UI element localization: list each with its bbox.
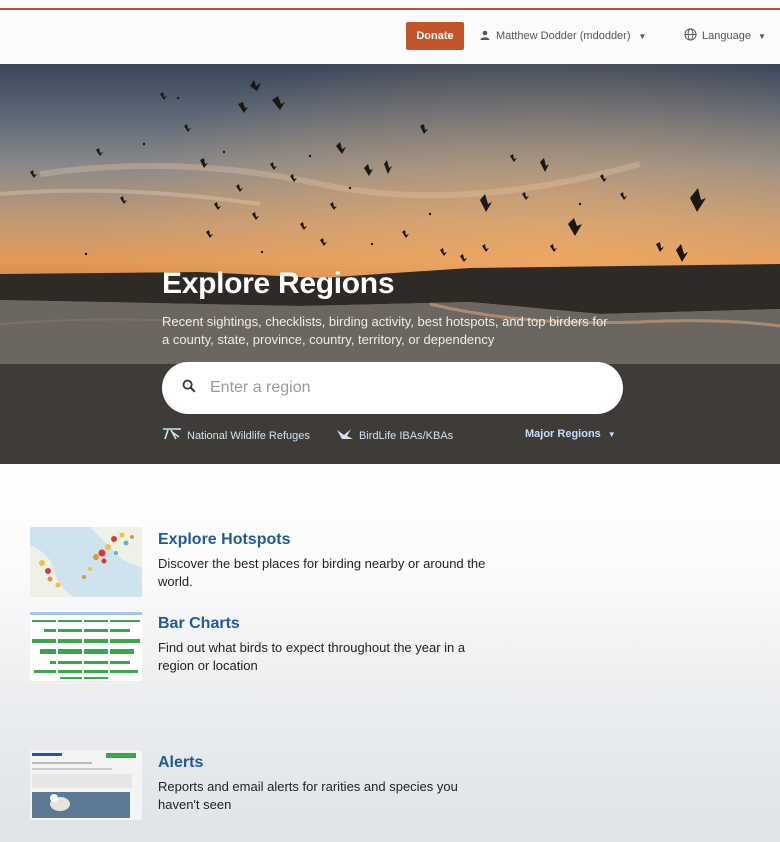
feature-title[interactable]: Alerts [158, 754, 203, 772]
language-label: Language [702, 30, 751, 42]
iba-link-label: BirdLife IBAs/KBAs [359, 429, 454, 442]
major-regions-dropdown[interactable]: Major Regions ▼ [525, 428, 616, 440]
globe-icon [684, 28, 697, 44]
hotspot-map-thumbnail [30, 527, 142, 597]
hero-link-row: National Wildlife Refuges BirdLife IBAs/… [162, 428, 622, 444]
region-search-box[interactable] [162, 362, 623, 414]
bar-chart-thumbnail [30, 611, 142, 681]
birdlife-logo-icon [336, 428, 354, 443]
top-navigation-bar: Donate Matthew Dodder (mdodder) ▼ Langua… [0, 10, 780, 64]
feature-bar-charts[interactable]: Bar Charts Find out what birds to expect… [30, 611, 510, 681]
major-regions-label: Major Regions [525, 428, 601, 440]
refuges-link[interactable]: National Wildlife Refuges [162, 428, 310, 443]
user-name: Matthew Dodder (mdodder) [496, 30, 631, 42]
donate-button[interactable]: Donate [406, 22, 464, 50]
iba-link[interactable]: BirdLife IBAs/KBAs [336, 428, 453, 443]
feature-description: Reports and email alerts for rarities an… [158, 779, 458, 812]
chevron-down-icon: ▼ [638, 31, 647, 41]
feature-explore-hotspots[interactable]: Explore Hotspots Discover the best place… [30, 527, 510, 597]
chevron-down-icon: ▼ [607, 429, 616, 439]
feature-description: Discover the best places for birding nea… [158, 556, 486, 589]
language-menu[interactable]: Language ▼ [684, 28, 766, 44]
hero-subtitle: Recent sightings, checklists, birding ac… [162, 314, 608, 347]
search-icon [182, 379, 196, 398]
user-icon [480, 30, 490, 43]
region-search-input[interactable] [210, 379, 590, 397]
feature-alerts[interactable]: Alerts Reports and email alerts for rari… [30, 750, 510, 820]
refuge-logo-icon [162, 428, 182, 443]
feature-description: Find out what birds to expect throughout… [158, 640, 466, 673]
user-menu[interactable]: Matthew Dodder (mdodder) ▼ [480, 28, 646, 44]
alerts-thumbnail [30, 750, 142, 820]
feature-title[interactable]: Bar Charts [158, 615, 240, 633]
chevron-down-icon: ▼ [757, 31, 766, 41]
hero-banner: Explore Regions Recent sightings, checkl… [0, 64, 780, 464]
page-title: Explore Regions [162, 267, 395, 300]
feature-title[interactable]: Explore Hotspots [158, 531, 290, 549]
features-section: Explore Hotspots Discover the best place… [0, 464, 780, 842]
refuges-link-label: National Wildlife Refuges [187, 429, 310, 442]
